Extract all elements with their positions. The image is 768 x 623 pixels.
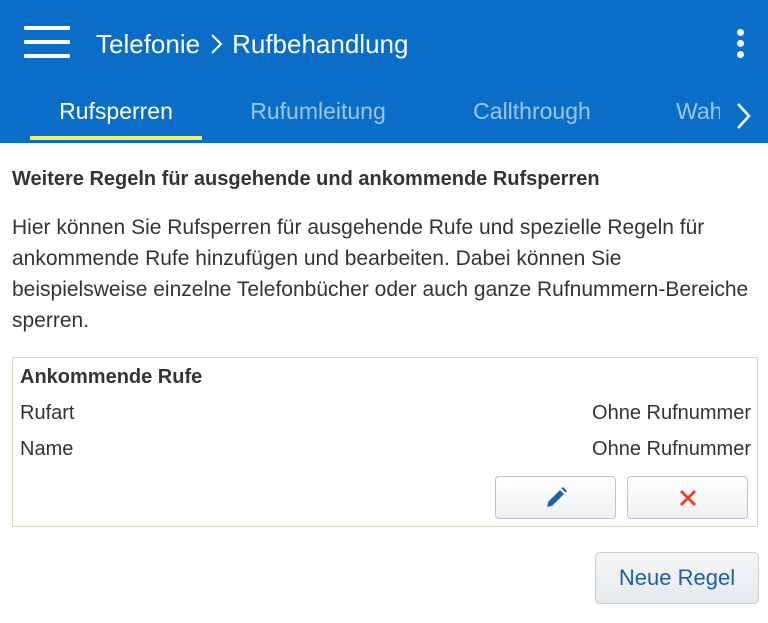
breadcrumb-section[interactable]: Telefonie [96,29,200,60]
tab-wahlregeln-label: Wah [676,98,720,124]
chevron-right-icon[interactable] [730,100,756,132]
tab-rufsperren[interactable]: Rufsperren [30,98,202,138]
rule-row-value: Ohne Rufnummer [592,402,751,424]
hamburger-menu-icon[interactable] [24,26,72,60]
close-icon [679,489,696,506]
breadcrumb: Telefonie Rufbehandlung [96,24,408,64]
delete-button[interactable] [627,476,748,519]
section-heading: Weitere Regeln für ausgehende und ankomm… [12,168,600,190]
rule-row-label: Rufart [20,402,75,424]
pencil-icon [546,486,567,507]
edit-button[interactable] [495,476,616,519]
new-rule-button[interactable]: Neue Regel [595,552,759,604]
tab-callthrough[interactable]: Callthrough [462,98,602,138]
rule-row-label: Name [20,438,74,460]
more-vertical-icon[interactable] [728,26,752,60]
active-tab-indicator [30,136,202,140]
rule-card: Ankommende Rufe Rufart Ohne Rufnummer Na… [12,357,758,527]
rule-row-value: Ohne Rufnummer [592,438,751,460]
page-title: Rufbehandlung [232,28,409,59]
rule-title: Ankommende Rufe [20,366,203,388]
tab-rufumleitung[interactable]: Rufumleitung [240,98,396,138]
section-description: Hier können Sie Rufsperren für ausgehend… [12,216,749,332]
chevron-right-icon [211,34,223,54]
tab-wahlregeln[interactable]: Wah [676,98,720,132]
